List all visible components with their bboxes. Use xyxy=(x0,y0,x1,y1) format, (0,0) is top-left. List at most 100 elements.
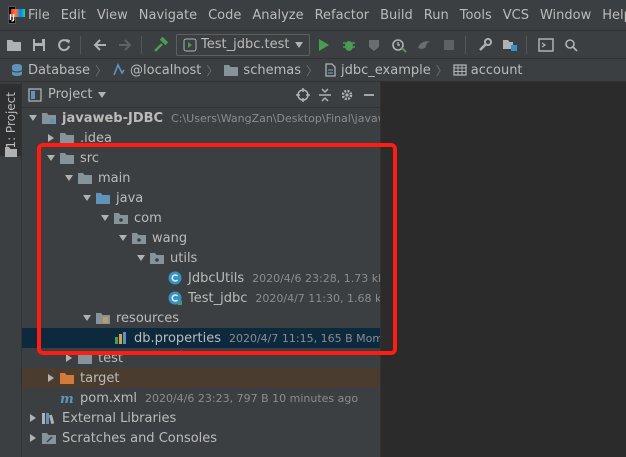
forward-button[interactable] xyxy=(114,34,136,56)
folder-icon xyxy=(58,130,76,146)
editor-area[interactable] xyxy=(380,82,626,457)
breadcrumb-jdbc-example[interactable]: jdbc_example xyxy=(323,63,431,78)
tree-node-pom-xml[interactable]: m pom.xml 2020/4/6 23:23, 797 B 10 minut… xyxy=(22,388,380,408)
back-button[interactable] xyxy=(89,34,111,56)
expanded-arrow-icon[interactable] xyxy=(134,248,148,268)
svg-text:m: m xyxy=(60,392,74,405)
settings-button[interactable] xyxy=(474,34,496,56)
menu-build[interactable]: Build xyxy=(376,8,417,23)
tree-node-label: javaweb-JDBC xyxy=(62,110,164,126)
tree-node-meta: 2020/4/7 11:30, 1.68 kB 3 xyxy=(255,291,380,305)
sync-button[interactable] xyxy=(53,34,75,56)
tree-node-path: C:\Users\WangZan\Desktop\Final\javaweb-J… xyxy=(171,111,380,125)
folder-icon xyxy=(76,170,94,186)
chevron-right-icon: 〉 xyxy=(435,63,448,78)
locate-button[interactable] xyxy=(292,84,314,106)
debug-button[interactable] xyxy=(338,34,360,56)
menu-edit[interactable]: Edit xyxy=(57,8,90,23)
menu-navigate[interactable]: Navigate xyxy=(135,8,201,23)
table-icon xyxy=(453,64,467,76)
tree-node-meta: 2020/4/7 11:15, 165 B Moments ago xyxy=(228,331,380,345)
tree-node-main[interactable]: main xyxy=(22,168,380,188)
search-everywhere-button[interactable] xyxy=(560,34,582,56)
tree-node-external-libraries[interactable]: External Libraries xyxy=(22,408,380,428)
collapsed-arrow-icon[interactable] xyxy=(44,128,58,148)
stop-button[interactable] xyxy=(438,34,460,56)
tree-node-test-jdbc[interactable]: Test_jdbc 2020/4/7 11:30, 1.68 kB 3 xyxy=(22,288,380,308)
chevron-down-icon[interactable] xyxy=(98,91,107,98)
panel-settings-button[interactable] xyxy=(336,84,358,106)
project-panel: Project javaweb-JDBC C:\Users\WangZan\De… xyxy=(22,82,380,457)
maven-icon: m xyxy=(58,390,76,406)
menu-view[interactable]: View xyxy=(93,8,132,23)
menu-run[interactable]: Run xyxy=(420,8,453,23)
source-folder-icon xyxy=(94,190,112,206)
scratches-icon xyxy=(40,430,58,446)
collapsed-arrow-icon[interactable] xyxy=(62,348,76,368)
tree-node-label: wang xyxy=(152,230,188,246)
run-with-coverage-button[interactable] xyxy=(363,34,385,56)
tree-node-java[interactable]: java xyxy=(22,188,380,208)
tree-node-jdbcutils[interactable]: JdbcUtils 2020/4/6 23:28, 1.73 kB 24 xyxy=(22,268,380,288)
tree-node-label: target xyxy=(80,370,120,386)
tree-node-label: JdbcUtils xyxy=(188,270,245,286)
menu-window[interactable]: Window xyxy=(536,8,595,23)
breadcrumb-account[interactable]: account xyxy=(453,63,523,78)
tree-node-scratches[interactable]: Scratches and Consoles xyxy=(22,428,380,448)
tree-node-com[interactable]: com xyxy=(22,208,380,228)
arrow-left-icon xyxy=(93,38,106,51)
menu-help[interactable]: Help xyxy=(598,8,626,23)
build-button[interactable] xyxy=(150,34,172,56)
run-button[interactable] xyxy=(313,34,335,56)
breadcrumb-schemas[interactable]: schemas xyxy=(223,63,301,78)
expanded-arrow-icon[interactable] xyxy=(80,308,94,328)
tree-node-wang[interactable]: wang xyxy=(22,228,380,248)
folder-icon xyxy=(5,147,17,157)
project-structure-button[interactable] xyxy=(499,34,521,56)
tree-node-src[interactable]: src xyxy=(22,148,380,168)
stop-icon xyxy=(444,39,455,50)
expanded-arrow-icon[interactable] xyxy=(62,168,76,188)
project-structure-icon xyxy=(503,39,518,51)
menu-analyze[interactable]: Analyze xyxy=(248,8,307,23)
collapsed-arrow-icon[interactable] xyxy=(44,368,58,388)
collapsed-arrow-icon[interactable] xyxy=(26,428,40,448)
expanded-arrow-icon[interactable] xyxy=(26,108,40,128)
expanded-arrow-icon[interactable] xyxy=(116,228,130,248)
module-folder-icon xyxy=(40,110,58,126)
tree-node-test[interactable]: test xyxy=(22,348,380,368)
expanded-arrow-icon[interactable] xyxy=(80,188,94,208)
tree-node-label: External Libraries xyxy=(62,410,177,426)
profile-button[interactable] xyxy=(388,34,410,56)
tree-node-resources[interactable]: resources xyxy=(22,308,380,328)
tool-window-strip: 1: Project xyxy=(0,82,22,457)
save-all-button[interactable] xyxy=(28,34,50,56)
project-view-title[interactable]: Project xyxy=(48,87,92,102)
menu-vcs[interactable]: VCS xyxy=(499,8,533,23)
collapse-all-button[interactable] xyxy=(314,84,336,106)
menu-file[interactable]: File xyxy=(24,8,54,23)
breadcrumb-label: @localhost xyxy=(130,62,202,78)
run-configuration-select[interactable]: Test_jdbc.test xyxy=(176,33,311,56)
collapsed-arrow-icon[interactable] xyxy=(26,408,40,428)
tree-node-idea[interactable]: .idea xyxy=(22,128,380,148)
menu-tools[interactable]: Tools xyxy=(456,8,496,23)
hide-panel-button[interactable] xyxy=(358,84,380,106)
tree-node-db-properties[interactable]: db.properties 2020/4/7 11:15, 165 B Mome… xyxy=(22,328,380,348)
profiler-icon xyxy=(392,38,408,53)
expanded-arrow-icon[interactable] xyxy=(98,208,112,228)
tree-node-label: test xyxy=(98,350,123,366)
attach-debugger-button[interactable] xyxy=(413,34,435,56)
menu-code[interactable]: Code xyxy=(204,8,245,23)
open-folder-button[interactable] xyxy=(3,34,25,56)
breadcrumb-localhost[interactable]: @localhost xyxy=(112,63,201,78)
excluded-folder-icon xyxy=(58,370,76,386)
menu-refactor[interactable]: Refactor xyxy=(311,8,374,23)
expanded-arrow-icon[interactable] xyxy=(44,148,58,168)
terminal-button[interactable] xyxy=(535,34,557,56)
tree-node-project-root[interactable]: javaweb-JDBC C:\Users\WangZan\Desktop\Fi… xyxy=(22,108,380,128)
breadcrumb-database[interactable]: Database xyxy=(10,63,90,78)
tree-node-target[interactable]: target xyxy=(22,368,380,388)
tree-node-utils[interactable]: utils xyxy=(22,248,380,268)
toolbar-separator xyxy=(80,35,81,54)
